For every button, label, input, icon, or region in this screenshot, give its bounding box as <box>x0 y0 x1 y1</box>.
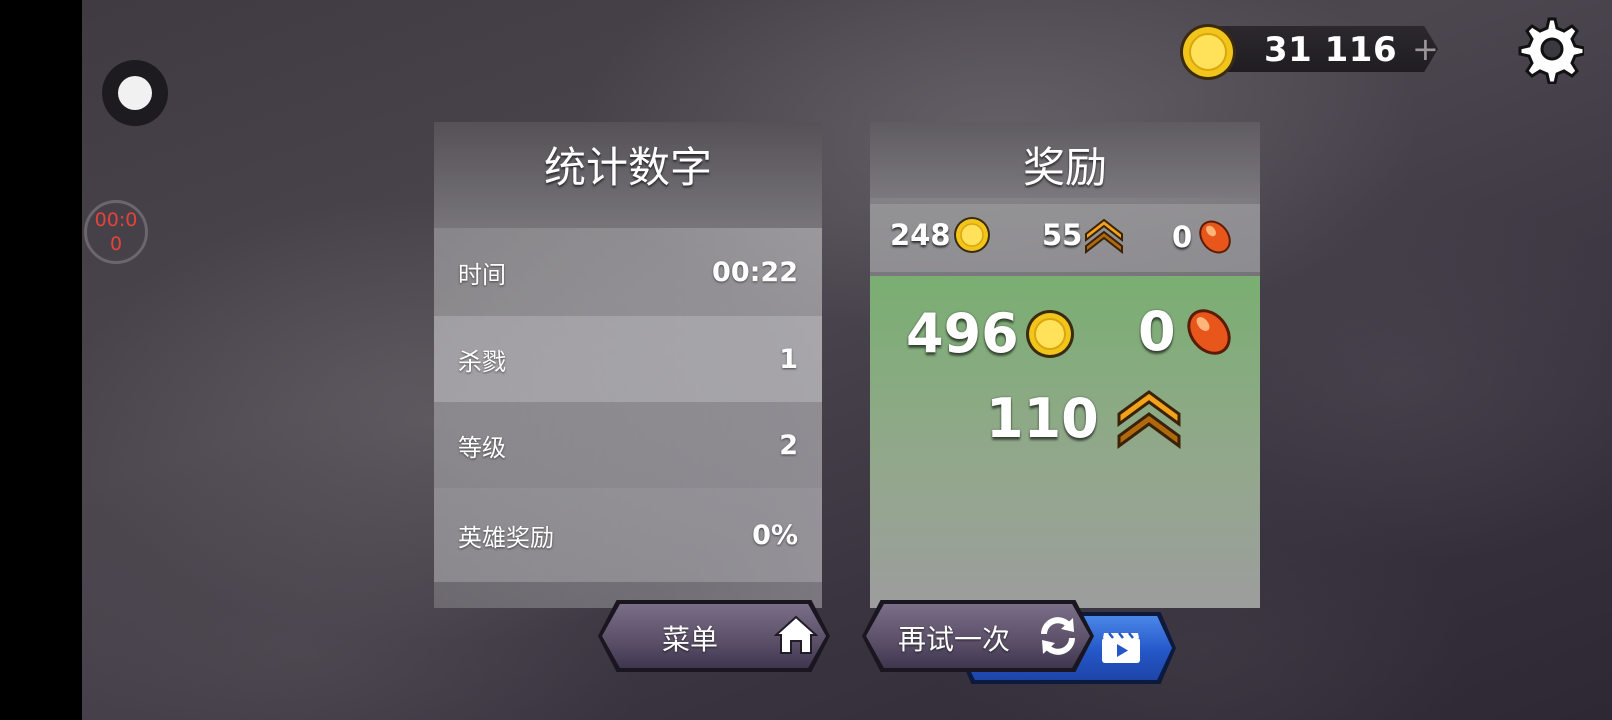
menu-button[interactable]: 菜单 <box>598 600 830 672</box>
base-rank-value: 55 <box>1042 218 1083 252</box>
stat-value: 00:22 <box>712 256 798 288</box>
base-gem-value: 0 <box>1172 220 1193 254</box>
rank-chevron-icon <box>1085 218 1124 254</box>
doubled-coin-reward: 496 <box>906 302 1075 365</box>
stat-label: 英雄奖励 <box>458 523 554 552</box>
rewards-title: 奖励 <box>870 122 1260 198</box>
rewards-panel: 奖励 248 55 0 496 0 110 <box>870 122 1260 684</box>
retry-button[interactable]: 再试一次 <box>862 600 1094 672</box>
coin-counter[interactable]: 31 116 + <box>1178 22 1456 80</box>
base-rewards-row: 248 55 0 <box>870 204 1260 272</box>
stat-value: 2 <box>779 429 798 461</box>
stat-label: 杀戮 <box>458 347 506 376</box>
gem-icon <box>1186 308 1231 355</box>
base-coin-reward: 248 <box>890 216 991 254</box>
stat-row-kills: 杀戮 1 <box>434 316 822 402</box>
base-rank-reward: 55 <box>1042 216 1124 254</box>
stat-label: 等级 <box>458 433 506 462</box>
home-icon <box>774 615 818 654</box>
coin-icon <box>1180 24 1236 80</box>
coin-icon <box>953 217 990 253</box>
retry-icon <box>1041 617 1075 655</box>
left-black-bar <box>0 0 82 720</box>
gem-icon <box>1199 220 1231 254</box>
base-gem-reward: 0 <box>1172 216 1236 258</box>
doubled-gem-value: 0 <box>1138 300 1176 363</box>
add-coins-button[interactable]: + <box>1412 30 1439 68</box>
base-coin-value: 248 <box>890 218 951 252</box>
doubled-rank-reward: 110 <box>986 386 1181 450</box>
record-icon <box>118 76 152 110</box>
video-icon <box>1102 632 1140 663</box>
rank-chevron-icon <box>1117 390 1181 449</box>
record-button[interactable] <box>102 60 168 126</box>
coin-total: 31 116 <box>1264 30 1398 70</box>
stats-title: 统计数字 <box>434 122 822 228</box>
doubled-coin-value: 496 <box>906 302 1019 365</box>
stat-row-level: 等级 2 <box>434 402 822 488</box>
doubled-rewards-area: 496 0 110 获取x2 <box>870 276 1260 684</box>
recording-timer: 00:00 <box>84 200 148 264</box>
doubled-rank-value: 110 <box>986 386 1099 450</box>
stats-panel: 统计数字 时间 00:22 杀戮 1 等级 2 英雄奖励 0% <box>434 122 822 608</box>
retry-label: 再试一次 <box>898 623 1011 656</box>
doubled-gem-reward: 0 <box>1138 300 1238 363</box>
stat-value: 0% <box>752 519 798 551</box>
coin-icon <box>1025 309 1074 358</box>
gear-icon[interactable] <box>1514 14 1584 84</box>
stat-label: 时间 <box>458 260 506 289</box>
stat-row-time: 时间 00:22 <box>434 228 822 316</box>
stat-value: 1 <box>779 343 798 375</box>
stat-row-hero-bonus: 英雄奖励 0% <box>434 488 822 582</box>
menu-label: 菜单 <box>662 623 719 656</box>
